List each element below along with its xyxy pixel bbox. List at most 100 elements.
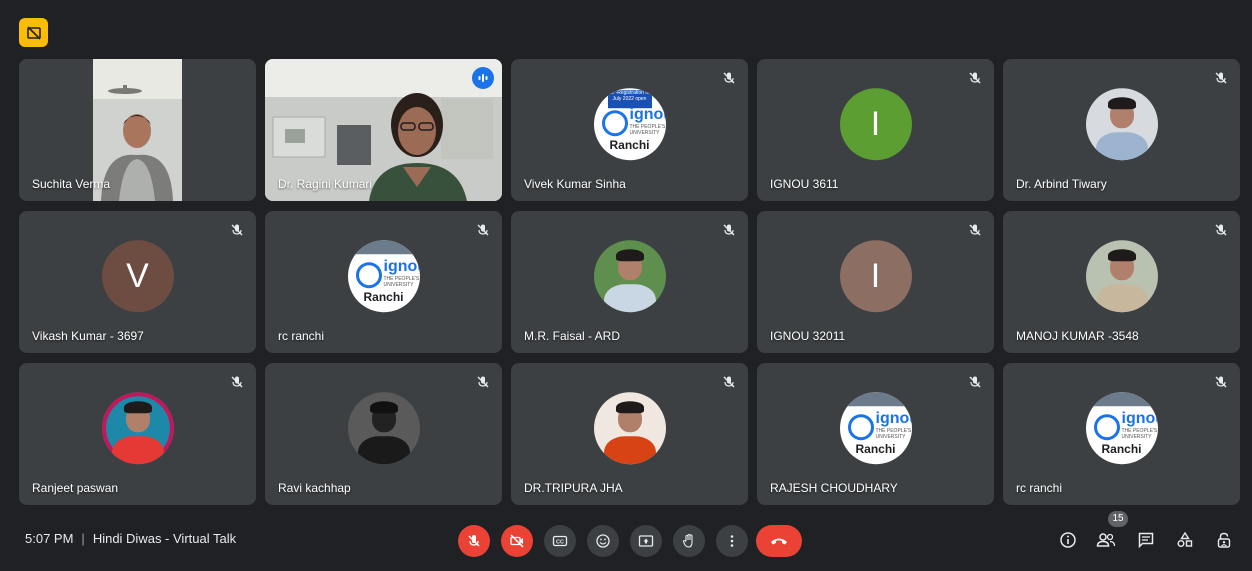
- info-icon: [1060, 532, 1076, 548]
- participant-grid: Suchita Verma Dr. Ragini Kumari Re -Regi…: [19, 59, 1240, 505]
- reactions-button[interactable]: [587, 525, 619, 557]
- raise-hand-button[interactable]: [673, 525, 705, 557]
- letter-avatar: I: [839, 88, 912, 161]
- emoji-icon: [596, 534, 610, 548]
- logo-word: ignou: [875, 410, 912, 428]
- chat-button[interactable]: [1133, 527, 1159, 553]
- end-call-icon: [771, 538, 787, 545]
- logo-ring: [1093, 414, 1120, 441]
- leave-call-button[interactable]: [756, 525, 802, 557]
- meeting-details-button[interactable]: [1055, 527, 1081, 553]
- logo-word: ignou: [383, 258, 420, 276]
- mic-off-icon: [720, 69, 738, 87]
- logo-ring: [601, 110, 628, 137]
- participant-tile[interactable]: ignou THE PEOPLE'SUNIVERSITY Ranchi RAJE…: [757, 363, 994, 505]
- mic-off-icon: [966, 221, 984, 239]
- mic-off-icon: [720, 373, 738, 391]
- host-lock-icon: [1217, 532, 1231, 548]
- logo-city: Ranchi: [363, 290, 404, 305]
- people-button[interactable]: [1093, 527, 1119, 553]
- participant-name: IGNOU 32011: [770, 329, 846, 343]
- participant-tile[interactable]: M.R. Faisal - ARD: [511, 211, 748, 353]
- participant-tile[interactable]: Ravi kachhap: [265, 363, 502, 505]
- profile-photo-avatar: [593, 240, 666, 313]
- logo-subtitle: THE PEOPLE'S UNIVERSITY: [383, 276, 420, 289]
- participant-tile[interactable]: DR.TRIPURA JHA: [511, 363, 748, 505]
- participant-name: Ravi kachhap: [278, 481, 351, 495]
- info-divider: |: [81, 531, 85, 546]
- captions-button[interactable]: CC: [544, 525, 576, 557]
- logo-city: Ranchi: [855, 442, 896, 457]
- participant-name: IGNOU 3611: [770, 177, 839, 191]
- participant-name: Vivek Kumar Sinha: [524, 177, 626, 191]
- meeting-title: Hindi Diwas - Virtual Talk: [92, 531, 237, 546]
- raise-hand-icon: [682, 533, 693, 548]
- logo-ring: [847, 414, 874, 441]
- profile-photo-avatar: [1085, 240, 1158, 313]
- mic-off-icon: [468, 535, 480, 547]
- camera-off-icon: [510, 534, 524, 548]
- letter-avatar: V: [101, 240, 174, 313]
- participant-name: RAJESH CHOUDHARY: [770, 481, 898, 495]
- participant-tile[interactable]: V Vikash Kumar - 3697: [19, 211, 256, 353]
- people-icon: [1096, 533, 1116, 547]
- participant-count-badge: 15: [1108, 511, 1128, 527]
- speaking-indicator-icon: [472, 67, 494, 89]
- logo-city: Ranchi: [1101, 442, 1142, 457]
- microphone-toggle-button[interactable]: [458, 525, 490, 557]
- participant-name: Suchita Verma: [32, 177, 111, 191]
- logo-word: ignou: [629, 106, 666, 124]
- hidden-self-view-icon[interactable]: [19, 18, 48, 47]
- mic-off-icon: [474, 221, 492, 239]
- letter-avatar: I: [839, 240, 912, 313]
- camera-toggle-button[interactable]: [501, 525, 533, 557]
- ignou-logo-avatar: ignou THE PEOPLE'SUNIVERSITY Ranchi: [1085, 392, 1158, 465]
- participant-name: DR.TRIPURA JHA: [524, 481, 623, 495]
- closed-captions-icon: CC: [552, 535, 568, 547]
- participant-tile-active-speaker[interactable]: Dr. Ragini Kumari: [265, 59, 502, 201]
- participant-tile[interactable]: MANOJ KUMAR -3548: [1003, 211, 1240, 353]
- logo-word: ignou: [1121, 410, 1158, 428]
- host-controls-button[interactable]: [1211, 527, 1237, 553]
- participant-tile[interactable]: ignou THE PEOPLE'SUNIVERSITY Ranchi rc r…: [1003, 363, 1240, 505]
- svg-text:CC: CC: [556, 540, 564, 546]
- participant-name: rc ranchi: [278, 329, 325, 343]
- mic-off-icon: [228, 373, 246, 391]
- profile-photo-avatar: [347, 392, 420, 465]
- meeting-controls-bar: 5:07 PM | Hindi Diwas - Virtual Talk CC 15: [0, 510, 1252, 571]
- participant-name: Ranjeet paswan: [32, 481, 119, 495]
- mic-off-icon: [228, 221, 246, 239]
- participant-tile[interactable]: ignou THE PEOPLE'SUNIVERSITY Ranchi rc r…: [265, 211, 502, 353]
- participant-tile[interactable]: I IGNOU 32011: [757, 211, 994, 353]
- participant-name: Vikash Kumar - 3697: [32, 329, 144, 343]
- mic-off-icon: [966, 69, 984, 87]
- participant-tile[interactable]: I IGNOU 3611: [757, 59, 994, 201]
- mic-off-icon: [966, 373, 984, 391]
- more-options-button[interactable]: [716, 525, 748, 557]
- activities-icon: [1177, 531, 1193, 547]
- present-screen-icon: [638, 535, 654, 547]
- mic-off-icon: [1212, 69, 1230, 87]
- present-screen-button[interactable]: [630, 525, 662, 557]
- participant-tile[interactable]: Suchita Verma: [19, 59, 256, 201]
- ignou-logo-avatar: ignou THE PEOPLE'SUNIVERSITY Ranchi: [347, 240, 420, 313]
- activities-button[interactable]: [1172, 527, 1198, 553]
- profile-photo-avatar: [1085, 88, 1158, 161]
- participant-name: M.R. Faisal - ARD: [524, 329, 621, 343]
- logo-subtitle: THE PEOPLE'S UNIVERSITY: [1121, 428, 1158, 441]
- participant-tile[interactable]: Re -Registration for July 2022 open igno…: [511, 59, 748, 201]
- participant-tile[interactable]: Ranjeet paswan: [19, 363, 256, 505]
- profile-photo-avatar: [101, 392, 174, 465]
- participant-tile[interactable]: Dr. Arbind Tiwary: [1003, 59, 1240, 201]
- mic-off-icon: [474, 373, 492, 391]
- mic-off-icon: [1212, 221, 1230, 239]
- logo-subtitle: THE PEOPLE'S UNIVERSITY: [875, 428, 912, 441]
- participant-name: Dr. Ragini Kumari: [278, 177, 373, 191]
- chat-icon: [1138, 532, 1154, 549]
- meeting-info: 5:07 PM | Hindi Diwas - Virtual Talk: [25, 531, 236, 546]
- meeting-time: 5:07 PM: [25, 531, 74, 546]
- logo-city: Ranchi: [609, 138, 650, 153]
- more-vert-icon: [730, 535, 734, 547]
- ignou-logo-avatar: ignou THE PEOPLE'SUNIVERSITY Ranchi: [839, 392, 912, 465]
- participant-name: Dr. Arbind Tiwary: [1016, 177, 1107, 191]
